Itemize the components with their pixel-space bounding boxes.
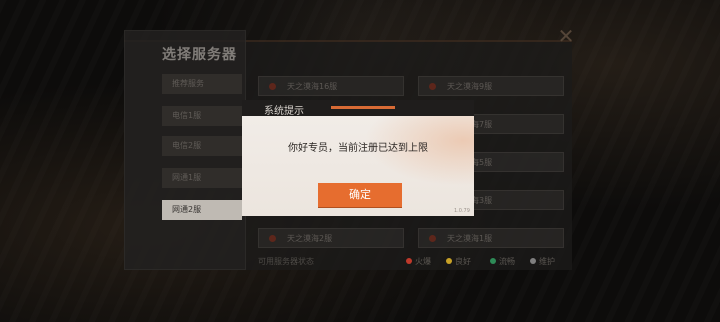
server-button[interactable]: 天之漠海2服 bbox=[258, 228, 404, 248]
dialog-message: 你好专员，当前注册已达到上限 bbox=[288, 143, 428, 154]
sidebar-item-1[interactable]: 电信1服 bbox=[162, 106, 242, 126]
server-status-hint: 可用服务器状态 bbox=[258, 257, 314, 266]
confirm-button[interactable]: 确定 bbox=[318, 183, 402, 207]
status-dot-icon bbox=[429, 235, 436, 242]
close-icon[interactable]: ✕ bbox=[556, 26, 576, 46]
server-button[interactable]: 天之漠海1服 bbox=[418, 228, 564, 248]
dialog-title: 系统提示 bbox=[264, 106, 304, 117]
status-dot-icon bbox=[530, 258, 536, 264]
status-dot-icon bbox=[406, 258, 412, 264]
status-dot-icon bbox=[269, 235, 276, 242]
legend-item: 良好 bbox=[446, 256, 471, 267]
legend-item: 流畅 bbox=[490, 256, 515, 267]
dialog-accent-bar bbox=[331, 106, 395, 109]
sidebar-item-0[interactable]: 推荐服务 bbox=[162, 74, 242, 94]
legend-item: 维护 bbox=[530, 256, 555, 267]
server-button[interactable]: 天之漠海16服 bbox=[258, 76, 404, 96]
server-button[interactable]: 天之漠海9服 bbox=[418, 76, 564, 96]
status-dot-icon bbox=[490, 258, 496, 264]
sidebar-item-3[interactable]: 网通1服 bbox=[162, 168, 242, 188]
status-dot-icon bbox=[429, 83, 436, 90]
server-select-title: 选择服务器 bbox=[162, 47, 237, 63]
sidebar-item-2[interactable]: 电信2服 bbox=[162, 136, 242, 156]
dialog-version-tag: 1.0.79 bbox=[454, 208, 470, 214]
legend-item: 火爆 bbox=[406, 256, 431, 267]
status-dot-icon bbox=[446, 258, 452, 264]
sidebar-item-4[interactable]: 网通2服 bbox=[162, 200, 242, 220]
status-dot-icon bbox=[269, 83, 276, 90]
